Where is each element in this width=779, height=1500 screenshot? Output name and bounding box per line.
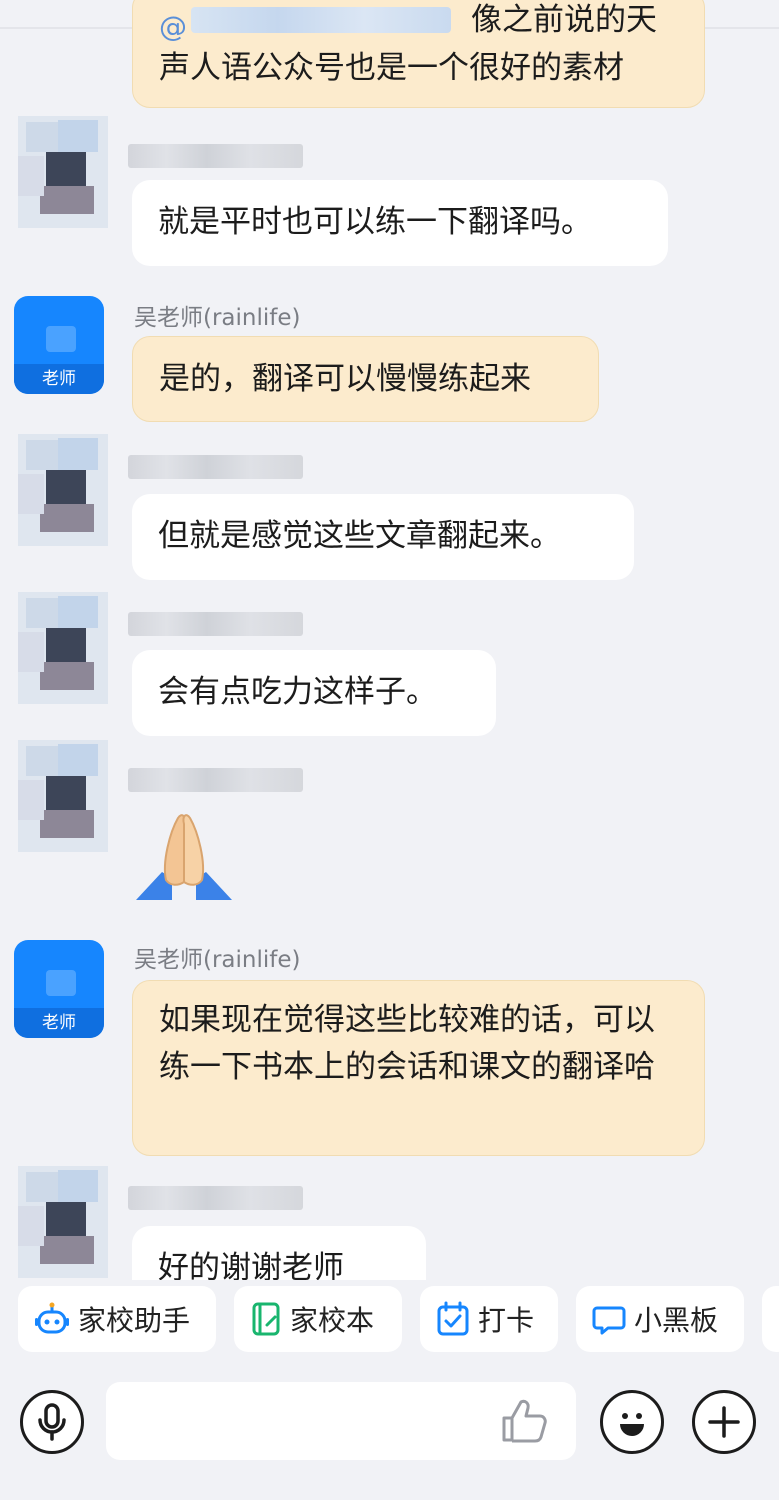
- sender-name-blurred: [128, 612, 303, 636]
- message-bubble-peer[interactable]: 会有点吃力这样子。: [132, 650, 496, 736]
- avatar-blurred[interactable]: [18, 116, 108, 228]
- quick-action-label: 小黑板: [634, 1304, 719, 1337]
- message-text: 就是平时也可以练一下翻译吗。: [158, 204, 592, 240]
- teacher-badge: 老师: [14, 1008, 104, 1038]
- sender-name: 吴老师(rainlife): [134, 305, 301, 331]
- message-text-partial: 像之前说的天: [471, 2, 657, 38]
- thumbs-up-icon[interactable]: [500, 1398, 548, 1444]
- message-bubble-teacher[interactable]: 如果现在觉得这些比较难的话，可以练一下书本上的会话和课文的翻译哈: [132, 980, 705, 1156]
- message-text: 但就是感觉这些文章翻起来。: [158, 518, 561, 554]
- message-bubble-peer[interactable]: 就是平时也可以练一下翻译吗。: [132, 180, 668, 266]
- sender-name-blurred: [128, 1186, 303, 1210]
- microphone-icon: [38, 1403, 66, 1441]
- avatar-blurred[interactable]: [18, 434, 108, 546]
- message-bubble-teacher[interactable]: 是的，翻译可以慢慢练起来: [132, 336, 599, 422]
- quick-action-label: 打卡: [478, 1304, 535, 1337]
- robot-icon: [35, 1302, 69, 1334]
- teacher-badge: 老师: [14, 364, 104, 394]
- quick-action-label: 家校助手: [78, 1304, 191, 1337]
- message-bubble-peer[interactable]: 好的谢谢老师: [132, 1226, 426, 1280]
- teacher-avatar[interactable]: 老师: [14, 296, 104, 394]
- chat-message-list[interactable]: @ 像之前说的天 声人语公众号也是一个很好的素材 就是平时也可以练一下翻译吗。 …: [0, 0, 779, 1280]
- avatar-blurred[interactable]: [18, 740, 108, 852]
- quick-action-home-school-assistant[interactable]: 家校助手: [18, 1286, 216, 1352]
- message-text: 会有点吃力这样子。: [158, 674, 437, 710]
- avatar-blurred[interactable]: [18, 1166, 108, 1278]
- sender-name-blurred: [128, 455, 303, 479]
- chat-board-icon: [592, 1306, 626, 1335]
- sender-name-blurred: [128, 768, 303, 792]
- quick-action-more-partial[interactable]: [762, 1286, 779, 1352]
- quick-action-check-in[interactable]: 打卡: [420, 1286, 558, 1352]
- message-bubble-teacher[interactable]: @ 像之前说的天 声人语公众号也是一个很好的素材: [132, 0, 705, 108]
- message-text: 是的，翻译可以慢慢练起来: [159, 361, 531, 397]
- smiley-icon: [620, 1413, 644, 1436]
- calendar-check-icon: [437, 1301, 469, 1336]
- message-text: 声人语公众号也是一个很好的素材: [159, 50, 624, 86]
- mention-icon: @: [159, 10, 187, 43]
- plus-icon: [708, 1406, 740, 1438]
- voice-button[interactable]: [20, 1390, 84, 1454]
- quick-action-home-school-book[interactable]: 家校本: [234, 1286, 402, 1352]
- avatar-blurred[interactable]: [18, 592, 108, 704]
- folded-hands-icon[interactable]: [132, 812, 236, 902]
- message-text-partial: 好的谢谢老师: [158, 1250, 344, 1280]
- message-bubble-peer[interactable]: 但就是感觉这些文章翻起来。: [132, 494, 634, 580]
- more-actions-button[interactable]: [692, 1390, 756, 1454]
- sender-name-blurred: [128, 144, 303, 168]
- mention-blur: [191, 7, 451, 33]
- notebook-icon: [252, 1302, 280, 1336]
- message-input-bar: [0, 1360, 779, 1500]
- quick-action-blackboard[interactable]: 小黑板: [576, 1286, 744, 1352]
- message-text: 如果现在觉得这些比较难的话，可以练一下书本上的会话和课文的翻译哈: [159, 1002, 655, 1085]
- emoji-button[interactable]: [600, 1390, 664, 1454]
- teacher-avatar[interactable]: 老师: [14, 940, 104, 1038]
- sender-name: 吴老师(rainlife): [134, 947, 301, 973]
- quick-action-label: 家校本: [290, 1304, 375, 1337]
- quick-action-bar: 家校助手 家校本 打卡 小黑板: [0, 1280, 779, 1360]
